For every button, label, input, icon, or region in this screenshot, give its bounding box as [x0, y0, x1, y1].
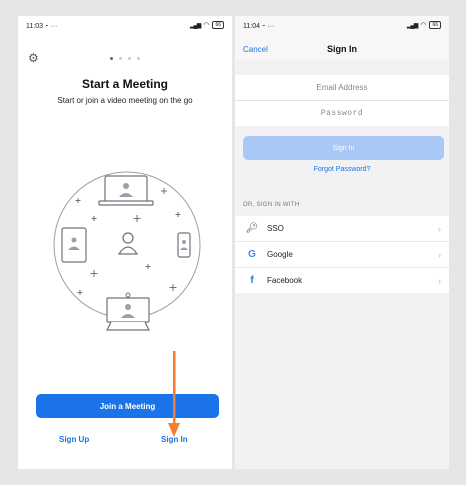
- sso-option[interactable]: 🔑︎ SSO ›: [235, 216, 449, 242]
- page-title: Sign In: [327, 44, 357, 54]
- facebook-icon: f: [250, 275, 254, 286]
- sign-up-link[interactable]: Sign Up: [59, 435, 89, 444]
- start-meeting-screen: 11:03 ⁃ ··· ▂▄▆ ◠ 66 ⚙ Start a Meeting S…: [18, 16, 232, 469]
- email-field[interactable]: Email Address: [235, 75, 449, 101]
- page-dot-2[interactable]: [119, 57, 122, 60]
- chevron-right-icon: ›: [438, 275, 441, 286]
- status-bar: 11:04 ⁃ ··· ▂▄▆ ◠ 66: [235, 16, 449, 34]
- status-time: 11:03 ⁃ ···: [26, 23, 58, 30]
- status-time: 11:04 ⁃ ···: [243, 23, 275, 30]
- person-icon: [117, 232, 139, 255]
- room-system-icon: [106, 292, 150, 331]
- facebook-option[interactable]: f Facebook ›: [235, 268, 449, 293]
- alt-signin-list: 🔑︎ SSO › G Google › f Facebook ›: [235, 216, 449, 293]
- chevron-right-icon: ›: [438, 249, 441, 260]
- wifi-icon: ◠: [203, 22, 210, 29]
- page-indicator: [18, 57, 232, 60]
- page-dot-3[interactable]: [128, 57, 131, 60]
- google-icon: G: [248, 249, 256, 260]
- forgot-password-link[interactable]: Forgot Password?: [235, 166, 449, 173]
- alt-signin-heading: OR, SIGN IN WITH: [243, 202, 300, 208]
- page-subtitle: Start or join a video meeting on the go: [57, 96, 193, 105]
- sign-in-screen: 11:04 ⁃ ··· ▂▄▆ ◠ 66 Cancel Sign In Emai…: [235, 16, 449, 469]
- battery-icon: 66: [429, 21, 441, 29]
- wifi-icon: ◠: [420, 22, 427, 29]
- join-meeting-button[interactable]: Join a Meeting: [36, 394, 219, 418]
- status-icons: ▂▄▆ ◠ 66: [190, 21, 224, 29]
- sign-in-button[interactable]: Sign In: [243, 136, 444, 160]
- page-title: Start a Meeting: [81, 77, 168, 91]
- google-option[interactable]: G Google ›: [235, 242, 449, 268]
- signal-icon: ▂▄▆: [189, 22, 202, 29]
- phone-icon: [177, 232, 191, 258]
- page-dot-1[interactable]: [110, 57, 113, 60]
- meeting-illustration: [53, 171, 201, 331]
- laptop-icon: [98, 175, 154, 206]
- key-icon: 🔑︎: [245, 223, 259, 234]
- status-bar: 11:03 ⁃ ··· ▂▄▆ ◠ 66: [18, 16, 232, 34]
- signal-icon: ▂▄▆: [406, 22, 419, 29]
- page-dot-4[interactable]: [137, 57, 140, 60]
- arrow-down-icon: [168, 351, 180, 437]
- tablet-icon: [61, 227, 87, 263]
- battery-icon: 66: [212, 21, 224, 29]
- status-icons: ▂▄▆ ◠ 66: [407, 21, 441, 29]
- credentials-form: Email Address Password: [235, 75, 449, 126]
- password-field[interactable]: Password: [235, 101, 449, 126]
- chevron-right-icon: ›: [438, 223, 441, 234]
